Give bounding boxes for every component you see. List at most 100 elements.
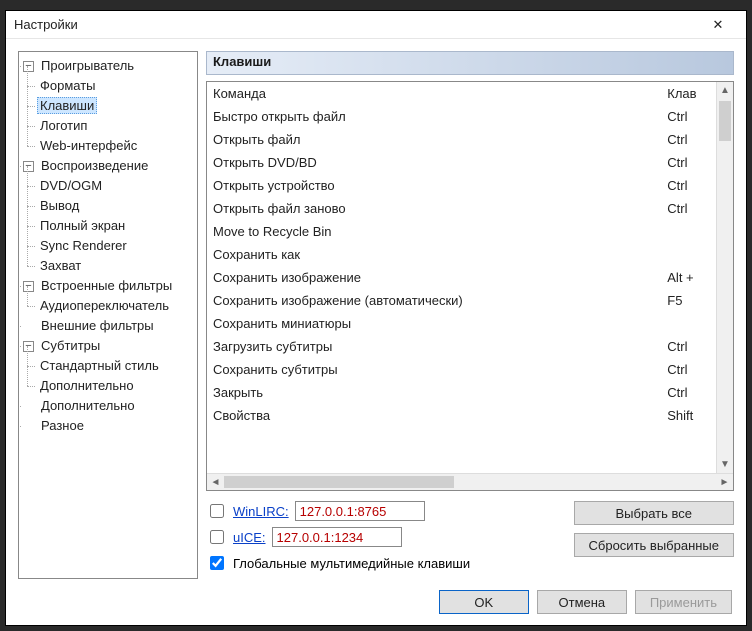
table-row[interactable]: Открыть DVD/BDCtrl [207, 151, 733, 174]
tree-node[interactable]: +Разное [23, 416, 195, 436]
expand-toggle-icon[interactable]: − [23, 161, 34, 172]
uice-address-input[interactable] [272, 527, 402, 547]
table-row[interactable]: Быстро открыть файлCtrl [207, 105, 733, 128]
table-row[interactable]: Сохранить изображение (автоматически)F5 [207, 289, 733, 312]
tree-node[interactable]: −Субтитры Стандартный стиль Дополнительно [23, 336, 195, 396]
hscroll-thumb[interactable] [224, 476, 454, 488]
select-all-button[interactable]: Выбрать все [574, 501, 734, 525]
cancel-button[interactable]: Отмена [537, 590, 627, 614]
tree-node-label[interactable]: Web-интерфейс [37, 137, 140, 154]
tree-node-label[interactable]: Стандартный стиль [37, 357, 162, 374]
tree-node-label[interactable]: Sync Renderer [37, 237, 130, 254]
cell-command: Открыть файл заново [207, 197, 661, 220]
table-row[interactable]: СвойстваShift [207, 404, 733, 427]
uice-link[interactable]: uICE: [233, 530, 266, 545]
table-row[interactable]: Открыть файл зановоCtrl [207, 197, 733, 220]
tree-node[interactable]: +Внешние фильтры [23, 316, 195, 336]
expand-toggle-icon[interactable]: − [23, 341, 34, 352]
settings-dialog: Настройки ✕ −ПроигрывательФорматыКлавиши… [5, 10, 747, 626]
scroll-down-icon[interactable]: ▼ [717, 456, 733, 473]
table-row[interactable]: ЗакрытьCtrl [207, 381, 733, 404]
horizontal-scrollbar[interactable]: ◄ ► [207, 473, 733, 490]
table-row[interactable]: Сохранить миниатюры [207, 312, 733, 335]
tree-node-label[interactable]: Форматы [37, 77, 99, 94]
tree-node[interactable]: Логотип [37, 116, 195, 136]
global-keys-checkbox[interactable] [210, 556, 224, 570]
tree-node[interactable]: Вывод [37, 196, 195, 216]
tree-node-label[interactable]: Дополнительно [37, 377, 137, 394]
options-row: WinLIRC: uICE: Глобальные мультимедийные… [206, 501, 734, 579]
col-header-command[interactable]: Команда [207, 82, 661, 105]
tree-node-label[interactable]: Аудиопереключатель [37, 297, 172, 314]
tree-node[interactable]: Полный экран [37, 216, 195, 236]
ok-button[interactable]: OK [439, 590, 529, 614]
winlirc-checkbox[interactable] [210, 504, 224, 518]
table-row[interactable]: Открыть устройствоCtrl [207, 174, 733, 197]
tree-node-label[interactable]: Клавиши [37, 97, 97, 114]
tree-node-label[interactable]: Вывод [37, 197, 82, 214]
tree-node-label[interactable]: Дополнительно [38, 397, 138, 414]
tree-node[interactable]: Стандартный стиль [37, 356, 195, 376]
category-tree: −ПроигрывательФорматыКлавишиЛоготипWeb-и… [21, 56, 195, 436]
cell-command: Move to Recycle Bin [207, 220, 661, 243]
tree-node-label[interactable]: Логотип [37, 117, 90, 134]
cell-command: Сохранить миниатюры [207, 312, 661, 335]
tree-node[interactable]: Клавиши [37, 96, 195, 116]
uice-checkbox[interactable] [210, 530, 224, 544]
vertical-scrollbar[interactable]: ▲ ▼ [716, 82, 733, 473]
tree-node[interactable]: Sync Renderer [37, 236, 195, 256]
tree-node-label[interactable]: Разное [38, 417, 87, 434]
cell-command: Быстро открыть файл [207, 105, 661, 128]
tree-node-label[interactable]: Захват [37, 257, 84, 274]
expand-toggle-icon[interactable]: − [23, 281, 34, 292]
table-row[interactable]: Сохранить как [207, 243, 733, 266]
table-row[interactable]: Move to Recycle Bin [207, 220, 733, 243]
cell-command: Свойства [207, 404, 661, 427]
hotkey-table: Команда Клав Быстро открыть файлCtrlОткр… [207, 82, 733, 427]
cell-command: Сохранить субтитры [207, 358, 661, 381]
tree-node[interactable]: Аудиопереключатель [37, 296, 195, 316]
tree-node[interactable]: +Дополнительно [23, 396, 195, 416]
table-row[interactable]: Сохранить субтитрыCtrl [207, 358, 733, 381]
close-button[interactable]: ✕ [698, 11, 738, 39]
scroll-left-icon[interactable]: ◄ [207, 474, 224, 490]
scroll-thumb[interactable] [719, 101, 731, 141]
cell-command: Сохранить изображение (автоматически) [207, 289, 661, 312]
right-pane: Клавиши Команда Клав Быстро открыть файл… [206, 51, 734, 579]
table-row[interactable]: Сохранить изображениеAlt + [207, 266, 733, 289]
winlirc-link[interactable]: WinLIRC: [233, 504, 289, 519]
hotkey-table-scroll[interactable]: Команда Клав Быстро открыть файлCtrlОткр… [207, 82, 733, 473]
winlirc-address-input[interactable] [295, 501, 425, 521]
tree-node[interactable]: Захват [37, 256, 195, 276]
tree-node[interactable]: DVD/OGM [37, 176, 195, 196]
scroll-up-icon[interactable]: ▲ [717, 82, 733, 99]
scroll-right-icon[interactable]: ► [716, 474, 733, 490]
tree-node-label[interactable]: Субтитры [38, 337, 103, 354]
tree-node-label[interactable]: Проигрыватель [38, 57, 137, 74]
tree-node[interactable]: −Проигрыватель Форматы Клавиши Логотип Web-и… [23, 56, 195, 156]
apply-button[interactable]: Применить [635, 590, 732, 614]
tree-node-label[interactable]: Встроенные фильтры [38, 277, 175, 294]
cell-command: Открыть файл [207, 128, 661, 151]
tree-node[interactable]: Форматы [37, 76, 195, 96]
close-icon: ✕ [713, 17, 724, 33]
cell-command: Открыть DVD/BD [207, 151, 661, 174]
table-row[interactable]: Открыть файлCtrl [207, 128, 733, 151]
window-title: Настройки [14, 17, 698, 32]
section-header: Клавиши [206, 51, 734, 75]
table-row[interactable]: Загрузить субтитрыCtrl [207, 335, 733, 358]
category-tree-pane[interactable]: −ПроигрывательФорматыКлавишиЛоготипWeb-и… [18, 51, 198, 579]
dialog-footer: OK Отмена Применить [6, 579, 746, 625]
cell-command: Сохранить изображение [207, 266, 661, 289]
tree-node-label[interactable]: Воспроизведение [38, 157, 151, 174]
reset-selected-button[interactable]: Сбросить выбранные [574, 533, 734, 557]
tree-node-label[interactable]: Внешние фильтры [38, 317, 157, 334]
tree-node[interactable]: −Воспроизведение DVD/OGM Вывод Полный экран… [23, 156, 195, 276]
tree-node[interactable]: −Встроенные фильтры Аудиопереключатель [23, 276, 195, 316]
tree-node[interactable]: Web-интерфейс [37, 136, 195, 156]
expand-toggle-icon[interactable]: − [23, 61, 34, 72]
tree-node-label[interactable]: DVD/OGM [37, 177, 105, 194]
tree-node-label[interactable]: Полный экран [37, 217, 128, 234]
tree-node[interactable]: Дополнительно [37, 376, 195, 396]
hotkey-table-wrap: Команда Клав Быстро открыть файлCtrlОткр… [206, 81, 734, 491]
